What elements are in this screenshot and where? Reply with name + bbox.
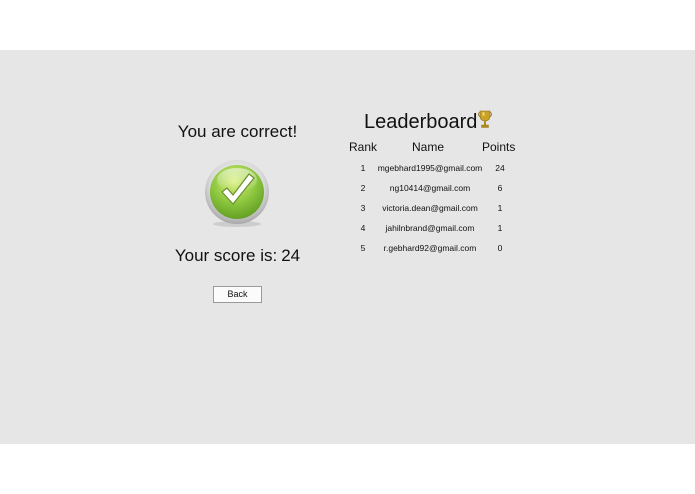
leaderboard-title: Leaderboard (364, 111, 478, 133)
score-text: Your score is: 24 (150, 246, 325, 266)
table-row: 5 r.gebhard92@gmail.com 0 (340, 243, 530, 259)
rank-cell: 2 (360, 183, 366, 193)
table-row: 4 jahilnbrand@gmail.com 1 (340, 223, 530, 239)
points-cell: 1 (497, 223, 503, 233)
name-cell: victoria.dean@gmail.com (382, 203, 478, 213)
name-cell: ng10414@gmail.com (389, 183, 471, 193)
score-label: Your score is: (174, 246, 278, 265)
rank-cell: 4 (360, 223, 366, 233)
checkmark-icon (204, 158, 270, 230)
rank-cell: 5 (360, 243, 366, 253)
rank-cell: 1 (360, 163, 366, 173)
trophy-icon (478, 110, 492, 130)
points-cell: 6 (497, 183, 503, 193)
points-cell: 0 (497, 243, 503, 253)
score-value: 24 (281, 246, 301, 265)
column-header-rank: Rank (349, 140, 378, 154)
name-cell: mgebhard1995@gmail.com (377, 163, 483, 173)
column-header-name: Name (412, 140, 445, 154)
name-cell: r.gebhard92@gmail.com (383, 243, 477, 253)
rank-cell: 3 (360, 203, 366, 213)
name-cell: jahilnbrand@gmail.com (385, 223, 475, 233)
points-cell: 1 (497, 203, 503, 213)
correct-message: You are correct! (177, 122, 298, 141)
table-row: 1 mgebhard1995@gmail.com 24 (340, 163, 530, 179)
table-row: 3 victoria.dean@gmail.com 1 (340, 203, 530, 219)
column-header-points: Points (482, 140, 516, 154)
quiz-result-page: You are correct! Your score is: 24 Back … (0, 50, 695, 444)
back-button[interactable]: Back (213, 286, 262, 303)
points-cell: 24 (495, 163, 505, 173)
table-row: 2 ng10414@gmail.com 6 (340, 183, 530, 199)
